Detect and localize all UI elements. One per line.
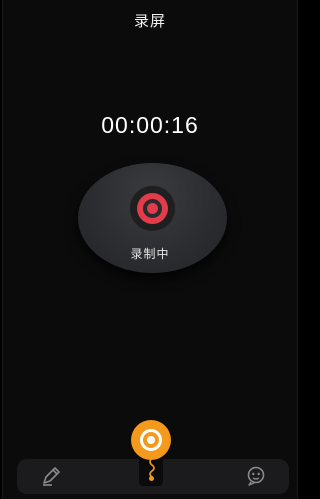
pencil-icon[interactable] — [39, 464, 63, 488]
screen-record-fab-icon[interactable] — [131, 420, 171, 460]
recording-screen: 录屏 00:00:16 录制中 — [2, 0, 298, 499]
recording-status: 录制中 — [130, 247, 170, 261]
record-icon — [137, 193, 168, 224]
face-icon[interactable] — [244, 464, 268, 488]
indicator-dot — [149, 476, 154, 481]
page-title: 录屏 — [133, 13, 166, 30]
elapsed-timer: 00:00:16 — [101, 112, 199, 138]
record-button[interactable] — [130, 186, 175, 231]
